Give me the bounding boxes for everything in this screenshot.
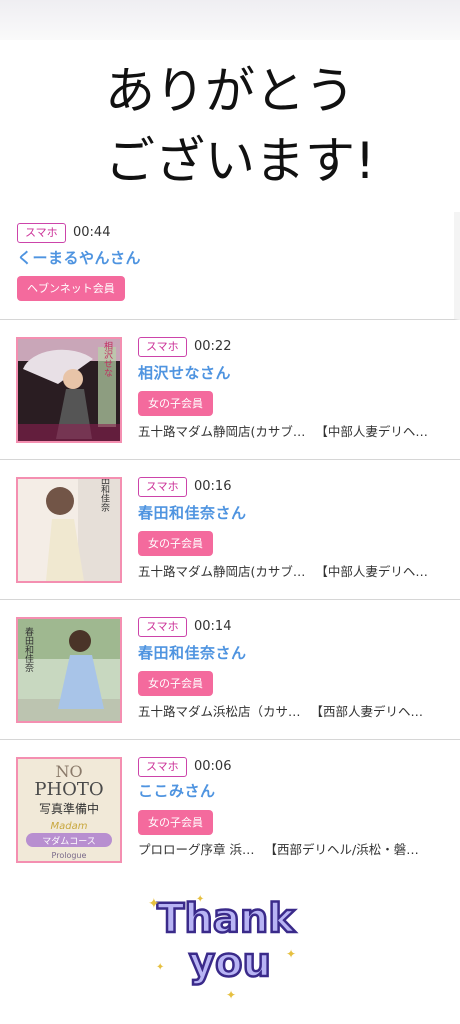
thank-you-banner-bottom: Thank you ✦ ✦ ✦ ✦ ✦ (0, 876, 460, 1024)
shop-area[interactable]: 【中部人妻デリヘ… (315, 564, 428, 579)
thumb-name-text: 相沢せな (102, 340, 113, 377)
thanks-line2: ございます! (105, 132, 375, 190)
user-name-link[interactable]: 春田和佳奈さん (138, 503, 247, 523)
shop-name[interactable]: プロローグ序章 浜… (138, 842, 254, 857)
course-text: マダムコース (42, 835, 96, 847)
visit-time: 00:06 (194, 759, 232, 774)
visit-time: 00:22 (194, 339, 232, 354)
member-type-badge: 女の子会員 (138, 810, 213, 835)
visitor-entry[interactable]: 春田和佳奈 スマホ 00:14 春田和佳奈さん 女の子会員 五十路マダム浜松店（… (0, 600, 460, 740)
visit-time: 00:14 (194, 619, 232, 634)
sparkle-icon: ✦ (148, 896, 160, 912)
visitor-entry[interactable]: NO PHOTO 写真準備中 Madam マダムコース Prologue スマホ… (0, 740, 460, 876)
visitor-entry[interactable]: 春田和佳奈 スマホ 00:16 春田和佳奈さん 女の子会員 五十路マダム静岡店(… (0, 460, 460, 600)
you-text: you (189, 940, 271, 986)
thumb-name-text: 春田和佳奈 (23, 626, 34, 672)
device-badge: スマホ (138, 757, 187, 777)
member-type-badge: ヘブンネット会員 (17, 276, 125, 301)
member-type-badge: 女の子会員 (138, 671, 213, 696)
shop-area[interactable]: 【西部人妻デリヘ… (311, 704, 424, 719)
device-badge: スマホ (138, 337, 187, 357)
thank-text: Thank (157, 896, 296, 942)
device-badge: スマホ (138, 477, 187, 497)
profile-thumbnail[interactable]: NO PHOTO 写真準備中 Madam マダムコース Prologue (16, 757, 122, 863)
shop-info[interactable]: 五十路マダム静岡店(カサブ… 【中部人妻デリヘ… (138, 423, 428, 441)
user-name-link[interactable]: ここみさん (138, 781, 216, 801)
sparkle-icon: ✦ (286, 947, 296, 961)
shop-name[interactable]: 五十路マダム静岡店(カサブ… (138, 564, 305, 579)
thanks-line1: ありがとう (105, 62, 355, 120)
visitor-entry[interactable]: スマホ 00:44 くーまるやんさん ヘブンネット会員 (0, 212, 460, 320)
user-name-link[interactable]: くーまるやんさん (17, 248, 141, 268)
device-badge: スマホ (17, 223, 66, 243)
visit-time: 00:16 (194, 479, 232, 494)
device-badge: スマホ (138, 617, 187, 637)
sparkle-icon: ✦ (196, 894, 204, 905)
visitor-entry[interactable]: 相沢せな スマホ 00:22 相沢せなさん 女の子会員 五十路マダム静岡店(カサ… (0, 320, 460, 460)
user-name-link[interactable]: 相沢せなさん (138, 363, 231, 383)
member-type-badge: 女の子会員 (138, 391, 213, 416)
shop-info[interactable]: プロローグ序章 浜… 【西部デリヘル/浜松・磐… (138, 841, 419, 859)
shop-name[interactable]: 五十路マダム浜松店（カサ… (138, 704, 301, 719)
shop-area[interactable]: 【西部デリヘル/浜松・磐… (264, 842, 418, 857)
header-strip (0, 0, 460, 40)
shop-info[interactable]: 五十路マダム静岡店(カサブ… 【中部人妻デリヘ… (138, 563, 428, 581)
shop-name[interactable]: 五十路マダム静岡店(カサブ… (138, 424, 305, 439)
shop-area[interactable]: 【中部人妻デリヘ… (315, 424, 428, 439)
shop-info[interactable]: 五十路マダム浜松店（カサ… 【西部人妻デリヘ… (138, 703, 423, 721)
thumb-name-text: 春田和佳奈 (99, 479, 110, 512)
user-name-link[interactable]: 春田和佳奈さん (138, 643, 247, 663)
madam-text: Madam (51, 821, 88, 832)
sparkle-icon: ✦ (226, 988, 236, 1002)
member-type-badge: 女の子会員 (138, 531, 213, 556)
thank-you-sticker-image: Thank you ✦ ✦ ✦ ✦ ✦ (148, 894, 298, 1002)
sparkle-icon: ✦ (156, 962, 164, 973)
photo-text: PHOTO (34, 779, 103, 800)
visit-time: 00:44 (73, 225, 111, 240)
handwritten-thanks-image: ありがとう ございます! (52, 58, 410, 196)
profile-thumbnail[interactable]: 春田和佳奈 (16, 617, 122, 723)
thank-you-banner-top: ありがとう ございます! (0, 0, 460, 212)
profile-thumbnail[interactable]: 相沢せな (16, 337, 122, 443)
profile-thumbnail[interactable]: 春田和佳奈 (16, 477, 122, 583)
preparing-text: 写真準備中 (39, 801, 99, 816)
prologue-text: Prologue (52, 851, 87, 860)
